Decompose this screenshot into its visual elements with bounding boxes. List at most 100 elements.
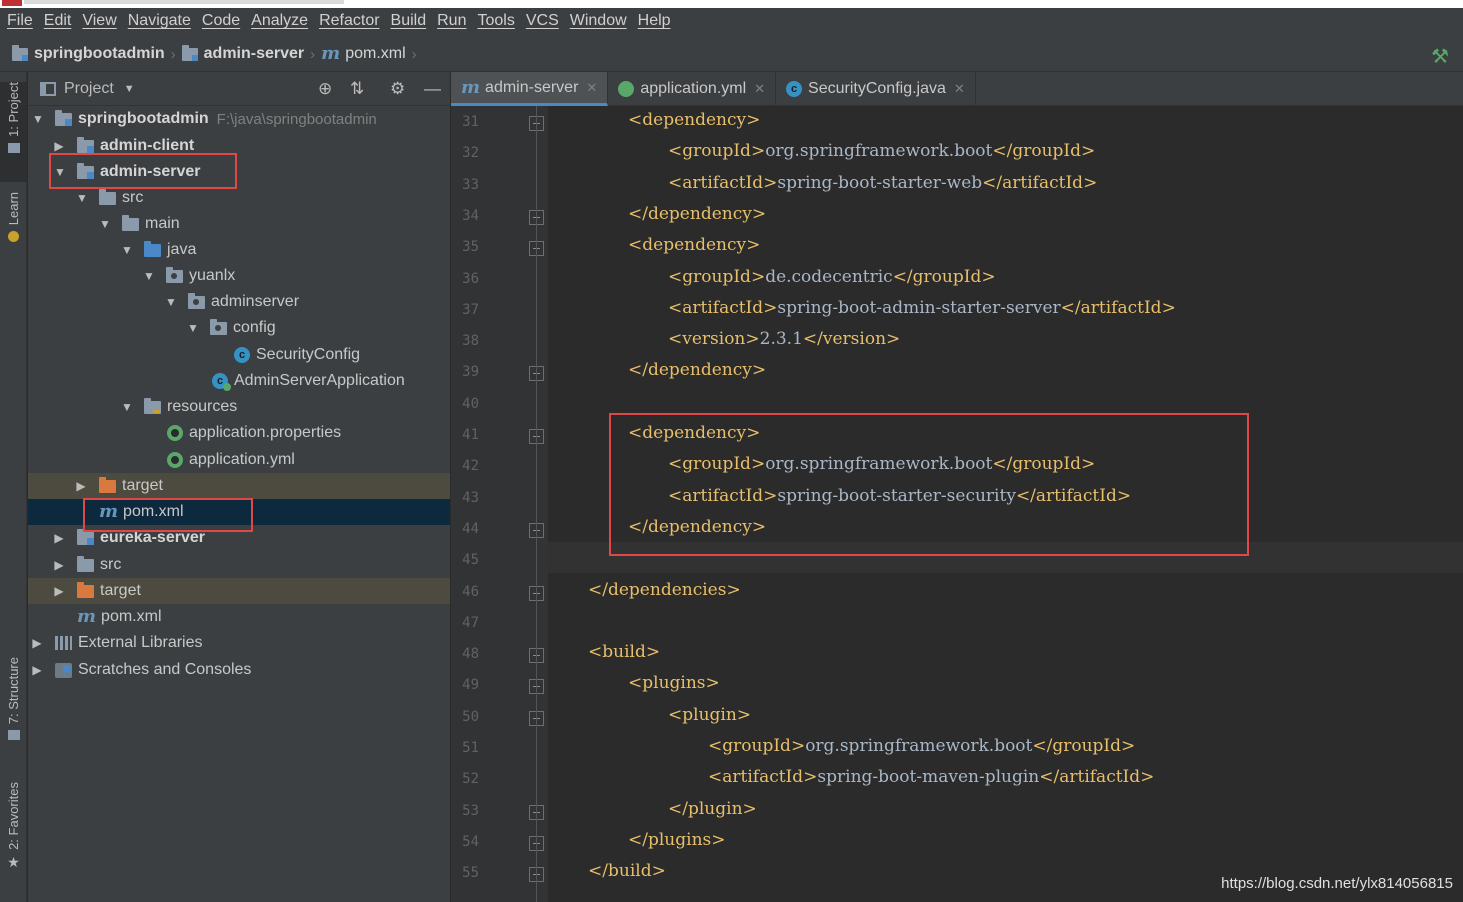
- tool-tab-project[interactable]: 1: Project: [0, 82, 27, 182]
- tag-bracket: <: [668, 172, 683, 193]
- line-number: 31: [462, 114, 479, 130]
- expanded-arrow-icon[interactable]: ▼: [187, 321, 199, 335]
- line-number-gutter: 31 32 33 34 35 36 37 38 39 40 41 42 43 44 45 46 47 48 49 50…: [451, 106, 548, 902]
- tag-bracket: <: [668, 329, 683, 350]
- menu-code[interactable]: Code: [202, 12, 240, 30]
- tree-item[interactable]: ▼ main: [28, 211, 450, 237]
- breadcrumb-project[interactable]: springbootadmin: [12, 44, 165, 63]
- menu-view[interactable]: View: [82, 12, 116, 30]
- close-icon[interactable]: ✕: [754, 81, 765, 97]
- tree-item[interactable]: ▶ External Libraries: [28, 630, 450, 656]
- tag-name: dependency: [642, 235, 747, 256]
- app-icon: [2, 0, 22, 6]
- collapsed-arrow-icon[interactable]: ▶: [32, 663, 42, 677]
- tree-item[interactable]: ▼ adminserver: [28, 289, 450, 315]
- maven-icon: m: [77, 606, 97, 627]
- menu-vcs[interactable]: VCS: [526, 12, 559, 30]
- tag-name: dependency: [647, 203, 752, 224]
- tree-item[interactable]: ▼ resources: [28, 394, 450, 420]
- tree-item[interactable]: application.properties: [28, 420, 450, 446]
- collapsed-arrow-icon[interactable]: ▶: [54, 139, 64, 153]
- collapsed-arrow-icon[interactable]: ▶: [32, 636, 42, 650]
- line-number: 53: [462, 802, 479, 819]
- tree-item[interactable]: c AdminServerApplication: [28, 368, 450, 394]
- tree-item[interactable]: ▶ target: [28, 578, 450, 604]
- locate-icon[interactable]: ⊕: [318, 79, 332, 99]
- close-icon[interactable]: ✕: [954, 81, 965, 97]
- breadcrumb-module[interactable]: admin-server: [181, 44, 304, 63]
- expanded-arrow-icon[interactable]: ▼: [121, 400, 133, 414]
- collapsed-arrow-icon[interactable]: ▶: [54, 584, 64, 598]
- hide-icon[interactable]: —: [424, 79, 441, 99]
- tree-item[interactable]: ▼ config: [28, 315, 450, 341]
- source-folder-icon: [144, 240, 161, 257]
- gear-icon[interactable]: ⚙: [390, 79, 405, 99]
- tag-bracket: >: [746, 110, 761, 130]
- menu-file[interactable]: File: [7, 12, 33, 30]
- tag-bracket: <: [628, 673, 643, 694]
- menu-window[interactable]: Window: [570, 12, 627, 30]
- line-number: 40: [462, 395, 479, 412]
- tree-item[interactable]: ▶ target: [28, 473, 450, 499]
- tag-bracket: >: [803, 767, 818, 788]
- menu-edit[interactable]: Edit: [44, 12, 72, 30]
- menu-run[interactable]: Run: [437, 12, 466, 30]
- close-icon[interactable]: ✕: [586, 80, 597, 96]
- spring-boot-class-icon: c: [212, 373, 231, 391]
- tree-item[interactable]: ▼ springbootadmin F:\java\springbootadmi…: [28, 106, 450, 132]
- line-number: 49: [462, 677, 479, 694]
- tag-name: plugins: [642, 673, 706, 694]
- collapsed-arrow-icon[interactable]: ▶: [54, 531, 64, 545]
- menu-navigate[interactable]: Navigate: [128, 12, 191, 30]
- menu-analyze[interactable]: Analyze: [251, 12, 308, 30]
- collapsed-arrow-icon[interactable]: ▶: [54, 558, 64, 572]
- tab-admin-server-pom[interactable]: m admin-server ✕: [451, 72, 609, 106]
- java-class-icon: c: [234, 347, 250, 363]
- tree-item[interactable]: ▶ src: [28, 552, 450, 578]
- tree-item[interactable]: c SecurityConfig: [28, 342, 450, 368]
- expanded-arrow-icon[interactable]: ▼: [76, 191, 88, 205]
- learn-icon: [8, 231, 19, 243]
- collapse-all-icon[interactable]: ⇅: [350, 79, 364, 99]
- tool-tab-structure[interactable]: 7: Structure: [0, 657, 27, 757]
- tool-tab-favorites[interactable]: 2: Favorites ★: [0, 782, 27, 882]
- expanded-arrow-icon[interactable]: ▼: [143, 269, 155, 283]
- gutter-divider: [536, 106, 537, 902]
- tag-bracket: >: [745, 329, 760, 350]
- caret-down-icon: ▼: [123, 83, 135, 95]
- menu-refactor[interactable]: Refactor: [319, 12, 379, 30]
- tab-application-yml[interactable]: application.yml ✕: [608, 72, 777, 106]
- tree-item[interactable]: application.yml: [28, 447, 450, 473]
- tree-item[interactable]: ▼ yuanlx: [28, 263, 450, 289]
- project-view-selector[interactable]: Project ▼: [40, 80, 135, 98]
- expanded-arrow-icon[interactable]: ▼: [165, 295, 177, 309]
- expanded-arrow-icon[interactable]: ▼: [121, 243, 133, 257]
- navigation-bar: springbootadmin › admin-server › m pom.x…: [0, 38, 1463, 72]
- tab-security-config[interactable]: c SecurityConfig.java ✕: [776, 72, 976, 106]
- tree-item[interactable]: ▼ java: [28, 237, 450, 263]
- tree-item[interactable]: m pom.xml: [28, 604, 450, 630]
- code-line: <groupId>org.springframework.boot</group…: [668, 141, 1095, 161]
- breadcrumb-file[interactable]: m pom.xml: [321, 45, 406, 63]
- tree-item[interactable]: ▶ Scratches and Consoles: [28, 657, 450, 683]
- module-folder-icon: [77, 528, 94, 545]
- editor-tabs: m admin-server ✕ application.yml ✕ c Sec…: [451, 72, 1463, 106]
- expanded-arrow-icon[interactable]: ▼: [32, 112, 44, 126]
- menu-tools[interactable]: Tools: [477, 12, 514, 30]
- menu-help[interactable]: Help: [638, 12, 671, 30]
- expanded-arrow-icon[interactable]: ▼: [99, 217, 111, 231]
- code-line: </dependencies>: [588, 580, 741, 600]
- folder-icon: [77, 555, 94, 572]
- collapsed-arrow-icon[interactable]: ▶: [76, 479, 86, 493]
- code-line: <artifactId>spring-boot-maven-plugin</ar…: [708, 767, 1154, 787]
- tag-name: groupId: [682, 141, 751, 162]
- tool-tab-learn[interactable]: Learn: [0, 192, 27, 262]
- project-toolbar: Project ▼ ⊕ ⇅ ⚙ —: [28, 72, 450, 106]
- left-tool-strip: 1: Project Learn 7: Structure 2: Favorit…: [0, 72, 27, 902]
- code-line: <groupId>org.springframework.boot</group…: [708, 736, 1135, 756]
- spring-config-icon: [167, 452, 183, 468]
- tag-bracket: >: [750, 266, 766, 287]
- build-hammer-icon[interactable]: ⚒: [1431, 44, 1449, 69]
- menu-build[interactable]: Build: [391, 12, 427, 30]
- package-icon: [210, 318, 227, 335]
